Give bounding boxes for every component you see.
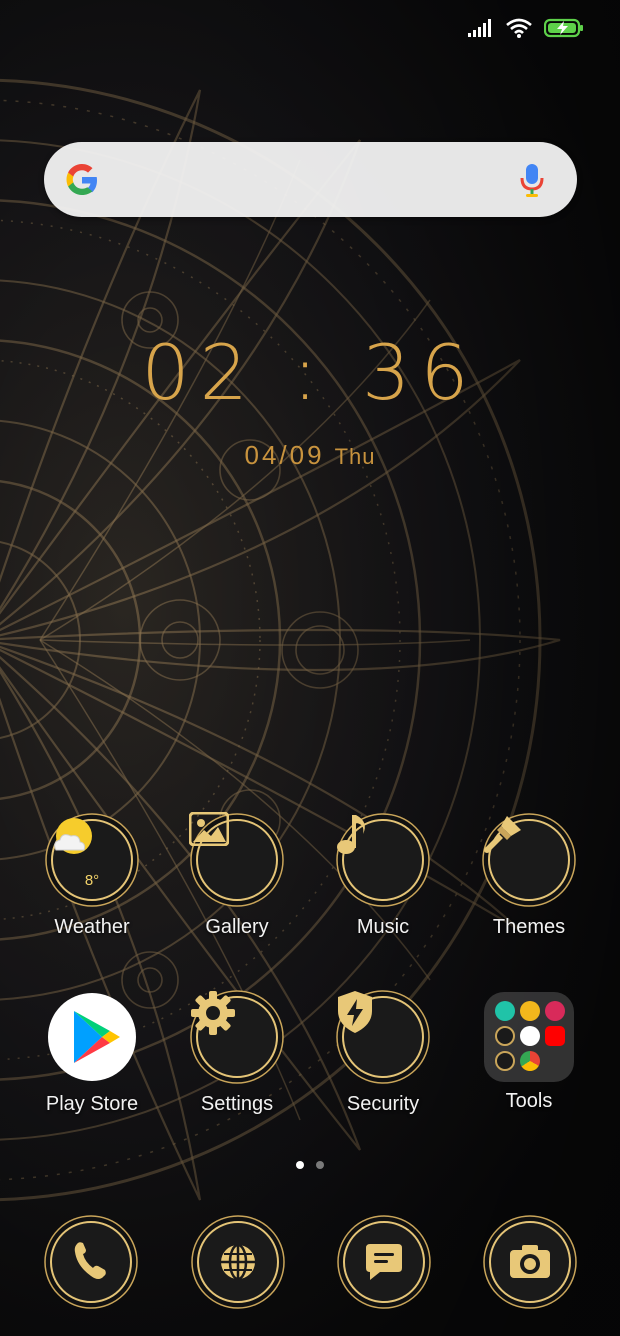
clock-date[interactable]: 04/09 Thu	[0, 440, 620, 471]
folder-mini-icon	[520, 1001, 540, 1021]
app-security[interactable]: Security	[310, 989, 456, 1116]
folder-mini-icon	[545, 1026, 565, 1046]
page-indicator[interactable]	[0, 1161, 620, 1169]
gallery-badge	[189, 812, 285, 908]
browser-globe-icon	[221, 1243, 255, 1281]
app-folder-tools[interactable]: Tools	[456, 989, 602, 1113]
google-g-icon	[66, 164, 97, 195]
badge-frame	[483, 1215, 577, 1309]
folder-mini-icon	[545, 1001, 565, 1021]
signal-icon	[468, 19, 491, 37]
home-screen: 02 : 36 04/09 Thu 8° Weather Gallery Mus…	[0, 0, 620, 1336]
app-label: Music	[356, 916, 410, 938]
clock-time[interactable]: 02 : 36	[0, 328, 620, 417]
play-store-badge	[44, 989, 140, 1085]
app-label: Play Store	[45, 1093, 139, 1115]
app-label: Themes	[492, 916, 566, 938]
wifi-icon	[506, 18, 532, 38]
page-dot[interactable]	[316, 1161, 324, 1169]
date-text: 04/09	[244, 440, 325, 470]
badge-frame	[191, 1215, 285, 1309]
weather-badge: 8°	[44, 812, 140, 908]
folder-icon	[484, 992, 574, 1082]
weather-temp: 8°	[84, 872, 100, 889]
folder-mini-icon	[520, 1026, 540, 1046]
badge-frame	[44, 1215, 138, 1309]
app-label: Security	[346, 1093, 420, 1115]
weather-icon	[44, 812, 140, 908]
status-bar	[468, 14, 584, 42]
app-gallery[interactable]: Gallery	[164, 812, 310, 939]
gallery-icon	[189, 812, 285, 908]
weekday-text: Thu	[334, 444, 376, 469]
folder-mini-icon	[520, 1051, 540, 1071]
app-label: Settings	[200, 1093, 274, 1115]
folder-mini-icon	[495, 1026, 515, 1046]
shield-bolt-icon	[335, 989, 431, 1085]
app-settings[interactable]: Settings	[164, 989, 310, 1116]
dock-browser[interactable]	[190, 1214, 286, 1310]
play-store-icon	[48, 993, 136, 1081]
dock-camera[interactable]	[482, 1214, 578, 1310]
app-weather[interactable]: 8° Weather	[19, 812, 165, 939]
app-music[interactable]: Music	[310, 812, 456, 939]
gear-icon	[189, 989, 285, 1085]
settings-badge	[189, 989, 285, 1085]
themes-badge	[481, 812, 577, 908]
badge-frame	[337, 1215, 431, 1309]
dock-messages[interactable]	[336, 1214, 432, 1310]
mic-icon[interactable]	[519, 162, 545, 198]
google-search-bar[interactable]	[44, 142, 577, 217]
app-label: Weather	[54, 916, 130, 938]
music-badge	[335, 812, 431, 908]
folder-mini-empty	[545, 1051, 565, 1071]
app-themes[interactable]: Themes	[456, 812, 602, 939]
page-dot-active[interactable]	[296, 1161, 304, 1169]
folder-mini-icon	[495, 1001, 515, 1021]
music-note-icon	[335, 812, 431, 908]
battery-charging-icon	[544, 18, 583, 38]
security-badge	[335, 989, 431, 1085]
dock-phone[interactable]	[43, 1214, 139, 1310]
app-play-store[interactable]: Play Store	[19, 989, 165, 1116]
folder-mini-icon	[495, 1051, 515, 1071]
app-label: Gallery	[205, 916, 269, 938]
app-label: Tools	[505, 1090, 553, 1112]
paintbrush-icon	[481, 812, 577, 908]
